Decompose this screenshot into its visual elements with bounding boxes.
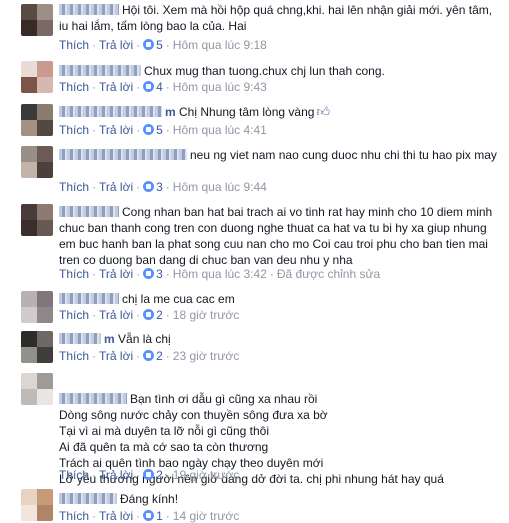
comment-meta: Thích · Trả lời · 5 · Hôm qua lúc 4:41 — [59, 123, 267, 137]
comment-time[interactable]: 19 giờ trước — [173, 468, 239, 482]
comment-text: Vẫn là chị — [118, 332, 171, 346]
reply-link[interactable]: Trả lời — [99, 267, 133, 281]
like-link[interactable]: Thích — [59, 468, 89, 482]
commenter-name[interactable] — [59, 206, 119, 217]
reply-link[interactable]: Trả lời — [99, 80, 133, 94]
commenter-name[interactable] — [59, 293, 119, 304]
like-count[interactable]: 2 — [156, 468, 163, 482]
like-link[interactable]: Thích — [59, 267, 89, 281]
comment-time[interactable]: Hôm qua lúc 3:42 — [173, 267, 267, 281]
avatar[interactable] — [21, 104, 53, 136]
comment-time[interactable]: Hôm qua lúc 9:18 — [173, 38, 267, 52]
avatar[interactable] — [21, 489, 53, 521]
like-link[interactable]: Thích — [59, 123, 89, 137]
commenter-name[interactable] — [59, 333, 101, 344]
avatar[interactable] — [21, 61, 53, 93]
like-icon — [143, 181, 155, 192]
like-count[interactable]: 5 — [156, 123, 163, 137]
like-icon — [143, 268, 155, 279]
like-count[interactable]: 3 — [156, 267, 163, 281]
avatar[interactable] — [21, 4, 53, 36]
avatar[interactable] — [21, 331, 53, 363]
comment-text: Đáng kính! — [120, 492, 179, 506]
reply-link[interactable]: Trả lời — [99, 38, 133, 52]
commenter-name-suffix[interactable]: m — [104, 332, 115, 346]
comment-meta: Thích · Trả lời · 2 · 18 giờ trước — [59, 308, 240, 322]
like-count[interactable]: 4 — [156, 80, 163, 94]
comment-text: neu ng viet nam nao cung duoc nhu chi th… — [190, 148, 497, 162]
reply-link[interactable]: Trả lời — [99, 123, 133, 137]
commenter-name[interactable] — [59, 65, 141, 76]
comment-text: chị la me cua cac em — [122, 292, 235, 306]
avatar[interactable] — [21, 146, 53, 178]
comment-text: Cong nhan ban hat bai trach ai vo tinh r… — [59, 205, 493, 267]
comment-text: Chị Nhung tâm lòng vàng — [179, 105, 315, 119]
commenter-name[interactable] — [59, 4, 119, 15]
commenter-name[interactable] — [59, 393, 127, 404]
comment-time[interactable]: 18 giờ trước — [173, 308, 239, 322]
comment-meta: Thích · Trả lời · 2 · 23 giờ trước — [59, 349, 240, 363]
edited-label[interactable]: Đã được chỉnh sửa — [277, 267, 380, 281]
like-count[interactable]: 2 — [156, 308, 163, 322]
like-link[interactable]: Thích — [59, 80, 89, 94]
comment-time[interactable]: Hôm qua lúc 9:44 — [173, 180, 267, 194]
comment-time[interactable]: 23 giờ trước — [173, 349, 239, 363]
thumbs-up-icon: 👍︎ — [316, 104, 331, 119]
comment-time[interactable]: Hôm qua lúc 9:43 — [173, 80, 267, 94]
avatar[interactable] — [21, 291, 53, 323]
comment-time[interactable]: Hôm qua lúc 4:41 — [173, 123, 267, 137]
like-count[interactable]: 5 — [156, 38, 163, 52]
like-icon — [143, 39, 155, 50]
like-icon — [143, 81, 155, 92]
comment-meta: Thích · Trả lời · 1 · 14 giờ trước — [59, 509, 240, 523]
comment-meta: Thích · Trả lời · 3 · Hôm qua lúc 9:44 — [59, 180, 267, 194]
like-link[interactable]: Thích — [59, 308, 89, 322]
avatar[interactable] — [21, 204, 53, 236]
comment-meta: Thích · Trả lời · 2 · 19 giờ trước — [59, 468, 240, 482]
like-link[interactable]: Thích — [59, 38, 89, 52]
like-link[interactable]: Thích — [59, 509, 89, 523]
like-count[interactable]: 3 — [156, 180, 163, 194]
reply-link[interactable]: Trả lời — [99, 180, 133, 194]
commenter-name[interactable] — [59, 106, 162, 117]
reply-link[interactable]: Trả lời — [99, 308, 133, 322]
reply-link[interactable]: Trả lời — [99, 468, 133, 482]
comment-time[interactable]: 14 giờ trước — [173, 509, 239, 523]
reply-link[interactable]: Trả lời — [99, 509, 133, 523]
commenter-name[interactable] — [59, 493, 117, 504]
reply-link[interactable]: Trả lời — [99, 349, 133, 363]
like-link[interactable]: Thích — [59, 349, 89, 363]
like-icon — [143, 469, 155, 480]
comment-meta: Thích · Trả lời · 3 · Hôm qua lúc 3:42 · Đã được… — [59, 267, 381, 281]
comment-text: Hội tôi. Xem mà hồi hộp quá chng,khi. ha… — [59, 3, 493, 33]
comment-text: Chux mug than tuong.chux chj lun thah co… — [144, 64, 385, 78]
commenter-name[interactable] — [59, 149, 187, 160]
like-link[interactable]: Thích — [59, 180, 89, 194]
like-icon — [143, 309, 155, 320]
comment-meta: Thích · Trả lời · 4 · Hôm qua lúc 9:43 — [59, 80, 267, 94]
like-icon — [143, 124, 155, 135]
comment-meta: Thích · Trả lời · 5 · Hôm qua lúc 9:18 — [59, 38, 267, 52]
like-count[interactable]: 1 — [156, 509, 163, 523]
like-count[interactable]: 2 — [156, 349, 163, 363]
avatar[interactable] — [21, 373, 53, 405]
commenter-name-suffix[interactable]: m — [165, 105, 176, 119]
like-icon — [143, 350, 155, 361]
